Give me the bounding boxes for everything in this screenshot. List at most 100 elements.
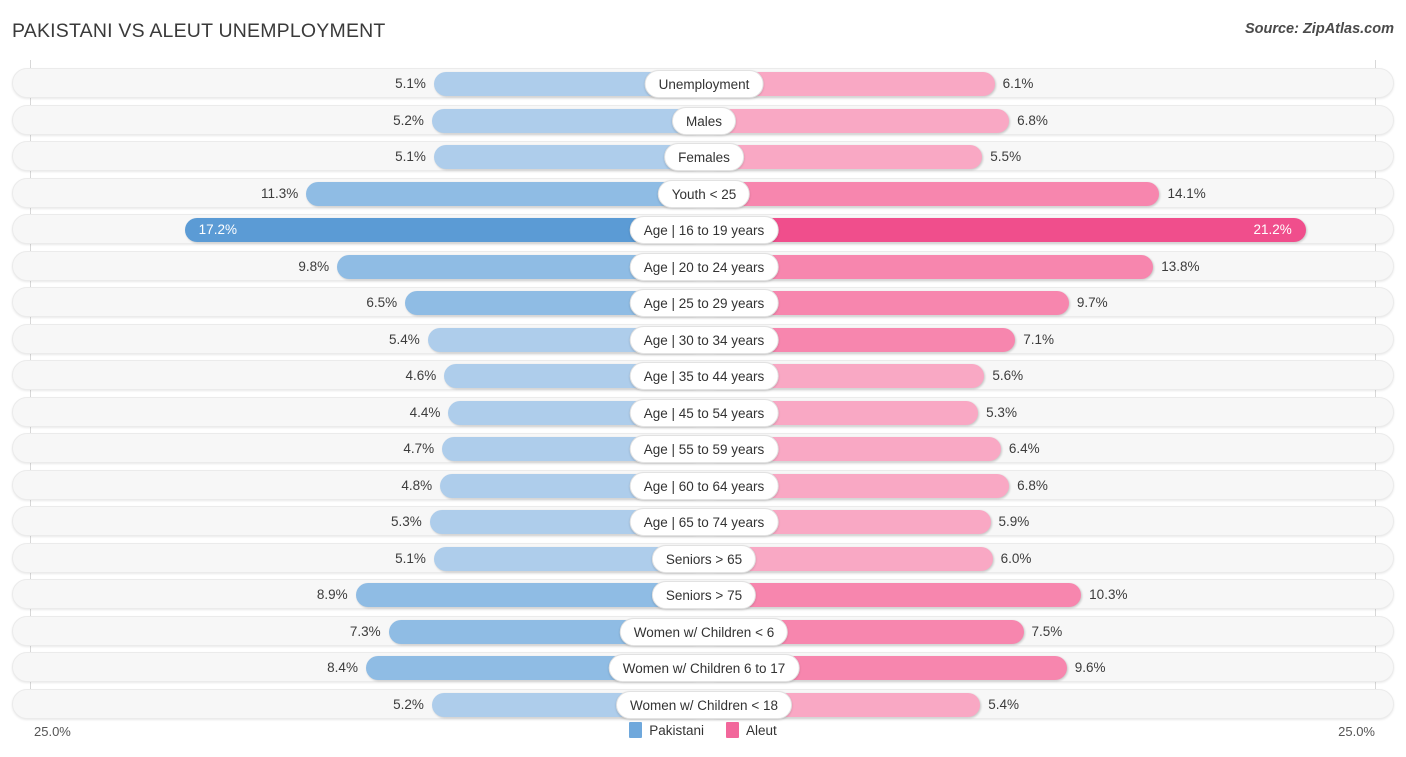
category-label[interactable]: Males	[671, 106, 737, 135]
chart-row[interactable]: 8.9% 10.3% Seniors > 75	[12, 579, 1394, 609]
category-label[interactable]: Age | 65 to 74 years	[629, 508, 779, 536]
chart-row[interactable]: 5.3% 5.9% Age | 65 to 74 years	[12, 506, 1394, 536]
category-label[interactable]: Females	[664, 143, 744, 171]
value-label-pakistani: 4.6%	[405, 368, 437, 383]
bar-aleut[interactable]	[704, 583, 1082, 607]
category-label[interactable]: Age | 35 to 44 years	[629, 362, 779, 390]
value-label-aleut: 5.6%	[992, 368, 1024, 383]
category-label[interactable]: Unemployment	[644, 70, 764, 98]
chart-row[interactable]: 7.3% 7.5% Women w/ Children < 6	[12, 615, 1394, 646]
value-label-aleut: 9.6%	[1074, 660, 1106, 675]
chart-row[interactable]: 4.4% 5.3% Age | 45 to 54 years	[12, 396, 1394, 427]
legend-swatch-pakistani	[629, 722, 643, 738]
value-label-pakistani: 17.2%	[198, 222, 237, 237]
category-label[interactable]: Seniors > 65	[651, 544, 757, 573]
value-label-pakistani: 4.4%	[409, 404, 441, 420]
chart-row[interactable]: 5.1% 6.1% Unemployment	[12, 68, 1394, 98]
chart-row-inner: 4.4% 5.3% Age | 45 to 54 years	[13, 398, 1393, 427]
value-label-aleut: 5.3%	[986, 404, 1017, 420]
bar-pakistani[interactable]	[306, 181, 704, 206]
value-label-aleut: 21.2%	[1253, 222, 1292, 237]
chart-row[interactable]: 4.6% 5.6% Age | 35 to 44 years	[12, 360, 1394, 390]
bar-pakistani[interactable]	[431, 108, 704, 133]
value-label-pakistani: 8.9%	[316, 587, 348, 602]
value-label-pakistani: 4.7%	[403, 441, 435, 456]
chart-row[interactable]: 5.1% 5.5% Females	[12, 141, 1394, 171]
chart-row[interactable]: 4.8% 6.8% Age | 60 to 64 years	[12, 469, 1394, 500]
chart-row[interactable]: 17.2% 21.2% Age | 16 to 19 years	[12, 214, 1394, 244]
chart-legend: Pakistani Aleut	[0, 722, 1406, 738]
legend-item-pakistani[interactable]: Pakistani	[629, 722, 704, 738]
category-label[interactable]: Seniors > 75	[651, 581, 757, 609]
category-label[interactable]: Age | 60 to 64 years	[629, 471, 779, 500]
category-label[interactable]: Women w/ Children 6 to 17	[608, 654, 800, 682]
page-title: PAKISTANI VS ALEUT UNEMPLOYMENT	[12, 20, 386, 42]
value-label-pakistani: 5.1%	[395, 550, 426, 566]
chart-footer: 25.0% Pakistani Aleut 25.0%	[0, 718, 1406, 757]
category-label[interactable]: Age | 20 to 24 years	[629, 252, 779, 281]
chart-plot-area: 5.1% 6.1% Unemployment 5.2% 6.8% Males 5.1% 5.5…	[0, 60, 1406, 719]
legend-label-pakistani: Pakistani	[649, 722, 704, 738]
source-attribution: Source: ZipAtlas.com	[1244, 21, 1394, 37]
value-label-aleut: 10.3%	[1089, 587, 1128, 602]
bar-aleut[interactable]	[704, 145, 983, 169]
bar-aleut[interactable]	[704, 108, 1010, 133]
value-label-aleut: 9.7%	[1076, 295, 1108, 310]
chart-row[interactable]: 8.4% 9.6% Women w/ Children 6 to 17	[12, 652, 1394, 682]
value-label-aleut: 5.9%	[998, 514, 1030, 529]
chart-row-inner: 8.9% 10.3% Seniors > 75	[13, 580, 1393, 609]
chart-row-inner: 5.3% 5.9% Age | 65 to 74 years	[13, 507, 1393, 536]
chart-row-inner: 11.3% 14.1% Youth < 25	[13, 179, 1393, 208]
chart-row[interactable]: 5.2% 6.8% Males	[12, 104, 1394, 135]
value-label-pakistani: 9.8%	[298, 258, 330, 274]
category-label[interactable]: Age | 25 to 29 years	[629, 289, 779, 317]
category-label[interactable]: Age | 45 to 54 years	[629, 398, 779, 427]
value-label-aleut: 6.8%	[1017, 112, 1048, 128]
value-label-aleut: 5.4%	[988, 696, 1020, 712]
value-label-pakistani: 7.3%	[349, 623, 381, 639]
bar-pakistani[interactable]	[184, 218, 704, 242]
value-label-pakistani: 5.1%	[395, 76, 426, 91]
chart-row-inner: 5.1% 6.0% Seniors > 65	[13, 544, 1393, 573]
value-label-aleut: 6.4%	[1008, 441, 1040, 456]
category-label[interactable]: Women w/ Children < 18	[616, 690, 792, 719]
category-label[interactable]: Youth < 25	[657, 179, 751, 208]
chart-row[interactable]: 5.1% 6.0% Seniors > 65	[12, 542, 1394, 573]
chart-row[interactable]: 6.5% 9.7% Age | 25 to 29 years	[12, 287, 1394, 317]
category-label[interactable]: Age | 55 to 59 years	[629, 435, 779, 463]
chart-row-inner: 4.6% 5.6% Age | 35 to 44 years	[13, 361, 1393, 390]
value-label-pakistani: 8.4%	[327, 660, 358, 675]
value-label-aleut: 14.1%	[1167, 185, 1206, 201]
value-label-pakistani: 6.5%	[366, 295, 398, 310]
chart-row-inner: 5.1% 6.1% Unemployment	[13, 69, 1393, 98]
value-label-pakistani: 5.4%	[388, 331, 420, 347]
chart-row[interactable]: 5.2% 5.4% Women w/ Children < 18	[12, 688, 1394, 719]
chart-row-inner: 6.5% 9.7% Age | 25 to 29 years	[13, 288, 1393, 317]
category-label[interactable]: Age | 16 to 19 years	[629, 216, 779, 244]
value-label-pakistani: 11.3%	[260, 185, 299, 201]
chart-row-inner: 7.3% 7.5% Women w/ Children < 6	[13, 617, 1393, 646]
category-label[interactable]: Women w/ Children < 6	[619, 617, 789, 646]
bar-aleut[interactable]	[704, 181, 1160, 206]
value-label-aleut: 7.5%	[1031, 623, 1063, 639]
chart-row[interactable]: 9.8% 13.8% Age | 20 to 24 years	[12, 250, 1394, 281]
value-label-aleut: 6.8%	[1017, 477, 1048, 493]
legend-label-aleut: Aleut	[746, 722, 777, 738]
chart-row-inner: 5.2% 5.4% Women w/ Children < 18	[13, 690, 1393, 719]
category-label[interactable]: Age | 30 to 34 years	[629, 325, 779, 354]
chart-row[interactable]: 5.4% 7.1% Age | 30 to 34 years	[12, 323, 1394, 354]
chart-row[interactable]: 4.7% 6.4% Age | 55 to 59 years	[12, 433, 1394, 463]
axis-max-right: 25.0%	[1338, 724, 1375, 739]
legend-item-aleut[interactable]: Aleut	[726, 722, 777, 738]
value-label-pakistani: 5.3%	[391, 514, 422, 529]
chart-row-inner: 9.8% 13.8% Age | 20 to 24 years	[13, 252, 1393, 281]
value-label-pakistani: 4.8%	[401, 477, 433, 493]
value-label-pakistani: 5.2%	[393, 696, 424, 712]
chart-row[interactable]: 11.3% 14.1% Youth < 25	[12, 177, 1394, 208]
chart-row-inner: 5.1% 5.5% Females	[13, 142, 1393, 171]
value-label-aleut: 13.8%	[1161, 258, 1200, 274]
value-label-pakistani: 5.2%	[393, 112, 424, 128]
chart-row-inner: 4.8% 6.8% Age | 60 to 64 years	[13, 471, 1393, 500]
value-label-aleut: 6.1%	[1002, 76, 1034, 91]
chart-row-inner: 4.7% 6.4% Age | 55 to 59 years	[13, 434, 1393, 463]
